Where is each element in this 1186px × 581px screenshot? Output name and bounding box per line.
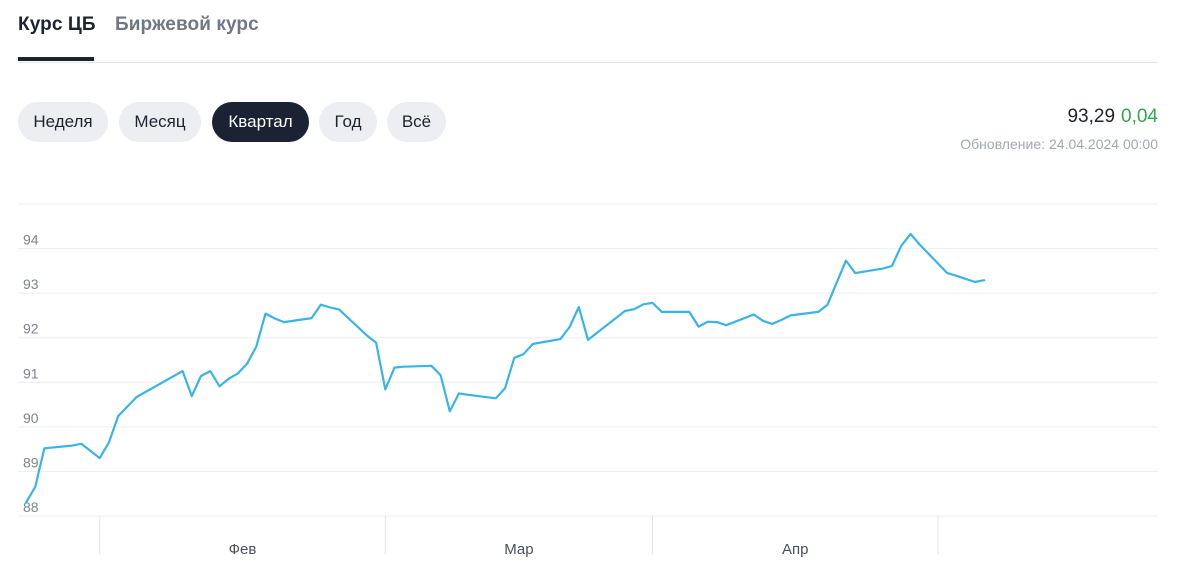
update-datetime: 24.04.2024 00:00	[1049, 136, 1158, 152]
tab-bar: Курс ЦБ Биржевой курс	[18, 0, 1158, 63]
y-tick-label: 92	[23, 321, 39, 337]
period-week-button[interactable]: Неделя	[18, 102, 108, 142]
rate-series-line	[24, 232, 986, 504]
tab-cb-rate[interactable]: Курс ЦБ	[18, 14, 96, 36]
x-tick-label: Мар	[504, 541, 533, 558]
y-tick-label: 94	[23, 232, 39, 248]
update-timestamp: Обновление: 24.04.2024 00:00	[960, 136, 1158, 152]
y-tick-label: 88	[23, 499, 39, 515]
period-year-button[interactable]: Год	[319, 102, 377, 142]
period-quarter-button[interactable]: Квартал	[212, 102, 309, 142]
period-all-button[interactable]: Всё	[387, 102, 446, 142]
rate-change: 0,04	[1121, 106, 1158, 127]
y-tick-label: 91	[23, 365, 39, 381]
x-tick-label: Фев	[229, 541, 257, 558]
current-rate: 93,29 0,04	[1067, 106, 1158, 128]
y-tick-label: 90	[23, 410, 39, 426]
tab-exchange-rate[interactable]: Биржевой курс	[115, 14, 259, 36]
x-tick-label: Апр	[782, 541, 808, 558]
period-month-button[interactable]: Месяц	[119, 102, 201, 142]
y-tick-label: 93	[23, 276, 39, 292]
update-label: Обновление:	[960, 136, 1045, 152]
rate-value: 93,29	[1067, 106, 1116, 127]
active-tab-indicator	[18, 57, 94, 61]
rate-line-chart: 88 89 90 91 92 93 94 Фев Мар Апр	[18, 203, 1158, 558]
y-tick-label: 89	[23, 454, 39, 470]
